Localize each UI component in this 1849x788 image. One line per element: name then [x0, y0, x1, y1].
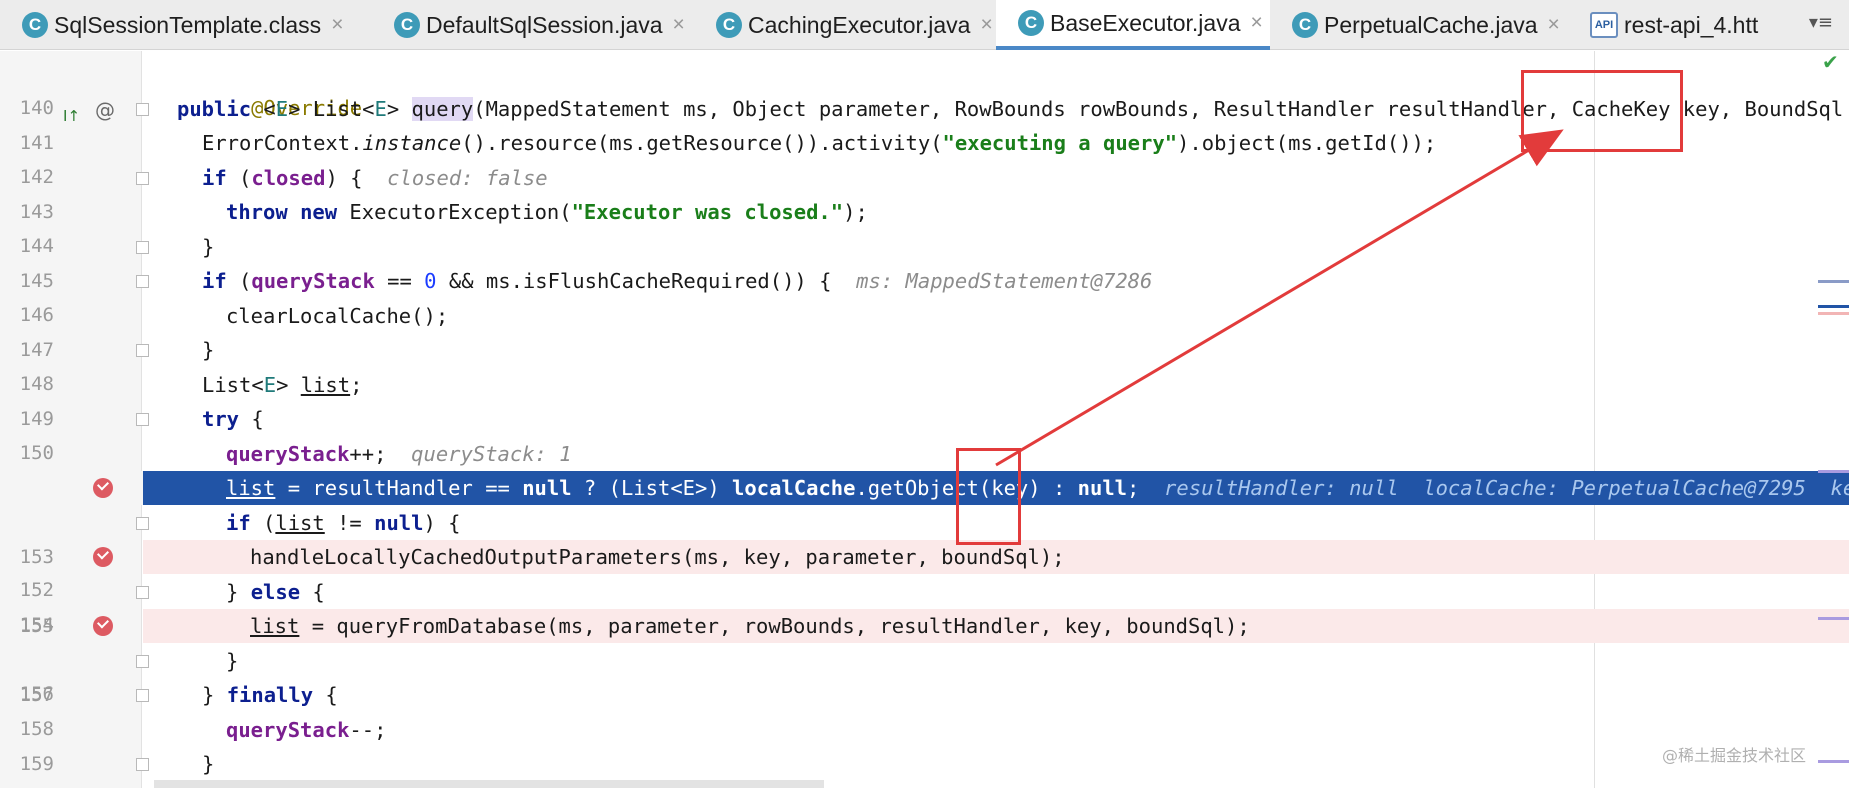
annotation-arrow [995, 129, 1564, 467]
watermark: @稀土掘金技术社区 [1662, 746, 1807, 765]
